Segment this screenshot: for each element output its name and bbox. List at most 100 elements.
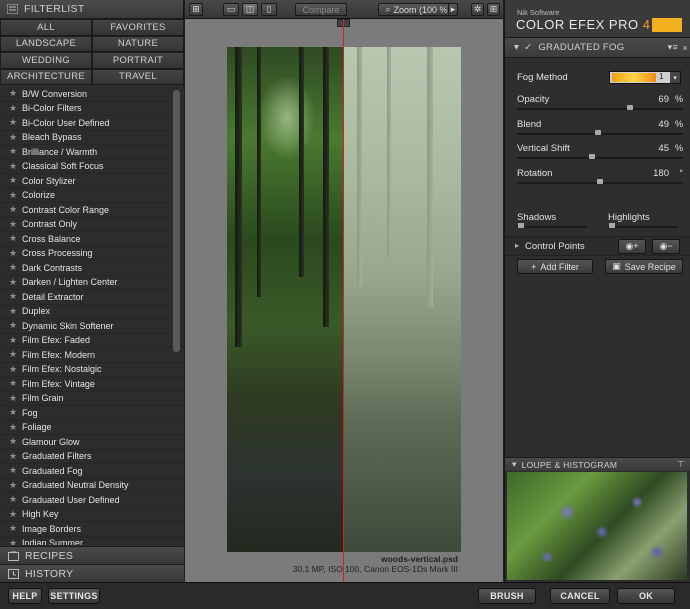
filter-list-item[interactable]: ★ Indian Summer (0, 537, 184, 545)
filter-enable-checkbox[interactable]: ✓ (524, 42, 532, 53)
filter-list-item[interactable]: ★ Bleach Bypass (0, 131, 184, 145)
filter-list-item[interactable]: ★ Bi-Color Filters (0, 102, 184, 116)
filter-list-item[interactable]: ★ Bi-Color User Defined (0, 116, 184, 131)
favorite-star-icon[interactable]: ★ (9, 190, 17, 201)
expand-triangle-icon[interactable]: ▸ (515, 241, 519, 250)
history-header[interactable]: HISTORY (0, 564, 184, 582)
favorite-star-icon[interactable]: ★ (9, 146, 17, 157)
toggle-right-panel-button[interactable]: ⊞ (487, 3, 500, 16)
filter-list-item[interactable]: ★ Contrast Color Range (0, 203, 184, 218)
category-portrait[interactable]: PORTRAIT (92, 52, 184, 69)
filter-list-item[interactable]: ★ Foliage (0, 421, 184, 435)
favorite-star-icon[interactable]: ★ (9, 219, 17, 230)
zoom-arrow-button[interactable]: ▸ (448, 3, 458, 16)
favorite-star-icon[interactable]: ★ (9, 538, 17, 545)
filter-close-icon[interactable]: × (682, 43, 688, 53)
filter-list-item[interactable]: ★ Classical Soft Focus (0, 160, 184, 174)
opacity-slider-track[interactable] (517, 108, 683, 110)
add-filter-button[interactable]: + Add Filter (517, 259, 593, 274)
recipes-header[interactable]: RECIPES (0, 546, 184, 564)
shadows-slider-knob[interactable] (518, 223, 524, 228)
favorite-star-icon[interactable]: ★ (9, 494, 17, 505)
favorite-star-icon[interactable]: ★ (9, 436, 17, 447)
side-by-side-button[interactable]: ▯ (261, 3, 277, 16)
filter-list-item[interactable]: ★ Graduated Filters (0, 450, 184, 464)
collapse-triangle-icon[interactable]: ▾ (514, 42, 519, 53)
shadows-slider-track[interactable] (517, 226, 587, 228)
filter-menu-icon[interactable]: ▾≡ (668, 42, 678, 53)
toggle-left-panel-button[interactable]: ⊞ (189, 3, 203, 16)
filter-list-item[interactable]: ★ High Key (0, 508, 184, 522)
vertical-shift-value[interactable]: 45 (658, 143, 669, 154)
highlights-slider-knob[interactable] (609, 223, 615, 228)
favorite-star-icon[interactable]: ★ (9, 103, 17, 114)
opacity-value[interactable]: 69 (658, 94, 669, 105)
pin-icon[interactable]: ⊤ (677, 459, 685, 470)
favorite-star-icon[interactable]: ★ (9, 248, 17, 259)
favorite-star-icon[interactable]: ★ (9, 378, 17, 389)
vertical-shift-slider-knob[interactable] (589, 154, 595, 159)
favorite-star-icon[interactable]: ★ (9, 132, 17, 143)
filter-list-item[interactable]: ★ Brilliance / Warmth (0, 145, 184, 160)
filter-header[interactable]: ▾ ✓ GRADUATED FOG ▾≡ × (505, 38, 690, 58)
favorite-star-icon[interactable]: ★ (9, 335, 17, 346)
compare-button[interactable]: Compare (295, 3, 347, 16)
filter-list-scrollbar[interactable] (173, 90, 180, 352)
filter-list-item[interactable]: ★ Colorize (0, 189, 184, 203)
rotation-slider-knob[interactable] (597, 179, 603, 184)
filter-list-item[interactable]: ★ Graduated Fog (0, 464, 184, 479)
favorite-star-icon[interactable]: ★ (9, 349, 17, 360)
category-favorites[interactable]: FAVORITES (92, 19, 184, 36)
favorite-star-icon[interactable]: ★ (9, 451, 17, 462)
single-view-button[interactable]: ▭ (223, 3, 239, 16)
highlights-slider-track[interactable] (608, 226, 678, 228)
filter-list-item[interactable]: ★ Darken / Lighten Center (0, 276, 184, 290)
loupe-preview[interactable] (507, 472, 687, 580)
favorite-star-icon[interactable]: ★ (9, 364, 17, 375)
loupe-histogram-header[interactable]: ▾ LOUPE & HISTOGRAM ⊤ (505, 457, 690, 471)
category-landscape[interactable]: LANDSCAPE (0, 35, 92, 52)
favorite-star-icon[interactable]: ★ (9, 320, 17, 331)
brightness-toggle-button[interactable]: ✲ (471, 3, 484, 16)
rotation-value[interactable]: 180 (653, 168, 669, 179)
favorite-star-icon[interactable]: ★ (9, 407, 17, 418)
category-nature[interactable]: NATURE (92, 35, 184, 52)
remove-control-point-button[interactable]: ◉− (652, 239, 680, 254)
add-control-point-button[interactable]: ◉+ (618, 239, 646, 254)
blend-slider-knob[interactable] (595, 130, 601, 135)
favorite-star-icon[interactable]: ★ (9, 277, 17, 288)
favorite-star-icon[interactable]: ★ (9, 393, 17, 404)
favorite-star-icon[interactable]: ★ (9, 509, 17, 520)
favorite-star-icon[interactable]: ★ (9, 233, 17, 244)
favorite-star-icon[interactable]: ★ (9, 161, 17, 172)
filter-list-item[interactable]: ★ Fog (0, 406, 184, 421)
filter-list-item[interactable]: ★ Glamour Glow (0, 435, 184, 450)
filter-list-item[interactable]: ★ Cross Balance (0, 232, 184, 247)
filter-list-item[interactable]: ★ Film Efex: Faded (0, 334, 184, 348)
split-view-button[interactable]: ◫ (242, 3, 258, 16)
filter-list-item[interactable]: ★ Dynamic Skin Softener (0, 319, 184, 334)
filter-list-item[interactable]: ★ Duplex (0, 305, 184, 319)
filter-list-item[interactable]: ★ Contrast Only (0, 218, 184, 232)
settings-button[interactable]: SETTINGS (48, 588, 100, 604)
category-architecture[interactable]: ARCHITECTURE (0, 68, 92, 85)
favorite-star-icon[interactable]: ★ (9, 204, 17, 215)
filter-list-item[interactable]: ★ Film Grain (0, 392, 184, 406)
filter-list-item[interactable]: ★ Detail Extractor (0, 290, 184, 305)
filter-list-item[interactable]: ★ Film Efex: Vintage (0, 377, 184, 392)
favorite-star-icon[interactable]: ★ (9, 117, 17, 128)
filter-list-item[interactable]: ★ Film Efex: Nostalgic (0, 363, 184, 377)
favorite-star-icon[interactable]: ★ (9, 422, 17, 433)
favorite-star-icon[interactable]: ★ (9, 306, 17, 317)
category-wedding[interactable]: WEDDING (0, 52, 92, 69)
preview-image[interactable] (227, 47, 461, 552)
filter-list-item[interactable]: ★ B/W Conversion (0, 87, 184, 102)
category-all[interactable]: ALL (0, 19, 92, 36)
split-line[interactable] (343, 19, 344, 582)
cancel-button[interactable]: CANCEL (550, 588, 610, 604)
favorite-star-icon[interactable]: ★ (9, 480, 17, 491)
category-travel[interactable]: TRAVEL (92, 68, 184, 85)
help-button[interactable]: HELP (8, 588, 42, 604)
zoom-dropdown[interactable]: ⌕ Zoom (100 %) (378, 3, 458, 16)
filter-list-item[interactable]: ★ Graduated Neutral Density (0, 479, 184, 493)
